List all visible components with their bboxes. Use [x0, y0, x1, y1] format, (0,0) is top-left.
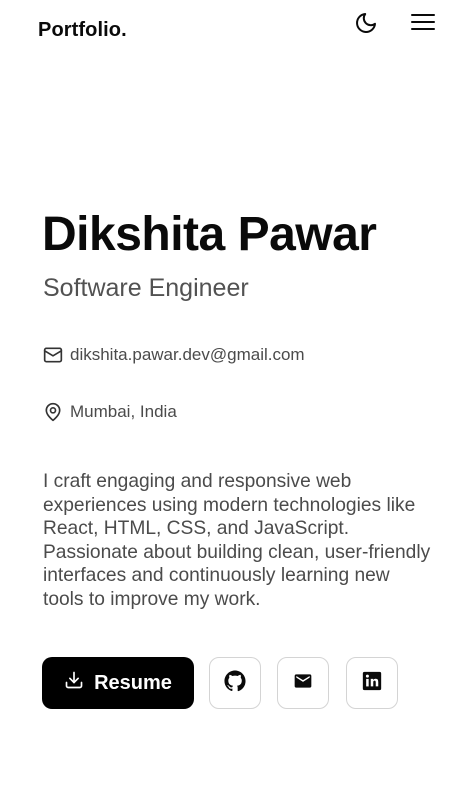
map-pin-icon: [43, 402, 63, 422]
menu-button[interactable]: [406, 10, 440, 38]
hero-bio: I craft engaging and responsive web expe…: [43, 471, 431, 610]
hero-name: Dikshita Pawar: [42, 208, 377, 261]
contact-email-text: dikshita.pawar.dev@gmail.com: [70, 345, 305, 364]
linkedin-link-button[interactable]: [346, 657, 398, 709]
site-logo[interactable]: Portfolio.: [38, 19, 127, 42]
github-link-button[interactable]: [209, 657, 261, 709]
moon-icon: [354, 11, 378, 40]
email-link-button[interactable]: [277, 657, 329, 709]
portfolio-page: Portfolio. Dikshita Pawar Software Engin…: [0, 0, 455, 786]
contact-email[interactable]: dikshita.pawar.dev@gmail.com: [43, 345, 305, 365]
mail-icon: [293, 671, 313, 696]
resume-download-button[interactable]: Resume: [42, 657, 194, 709]
hero-role: Software Engineer: [43, 274, 249, 302]
mail-outline-icon: [43, 345, 63, 365]
contact-location-text: Mumbai, India: [70, 402, 177, 421]
download-icon: [64, 670, 84, 696]
theme-toggle-button[interactable]: [351, 10, 381, 40]
github-icon: [224, 669, 246, 697]
contact-location: Mumbai, India: [43, 402, 177, 422]
hamburger-menu-icon: [410, 12, 436, 37]
resume-label: Resume: [94, 671, 172, 694]
linkedin-icon: [362, 671, 382, 696]
